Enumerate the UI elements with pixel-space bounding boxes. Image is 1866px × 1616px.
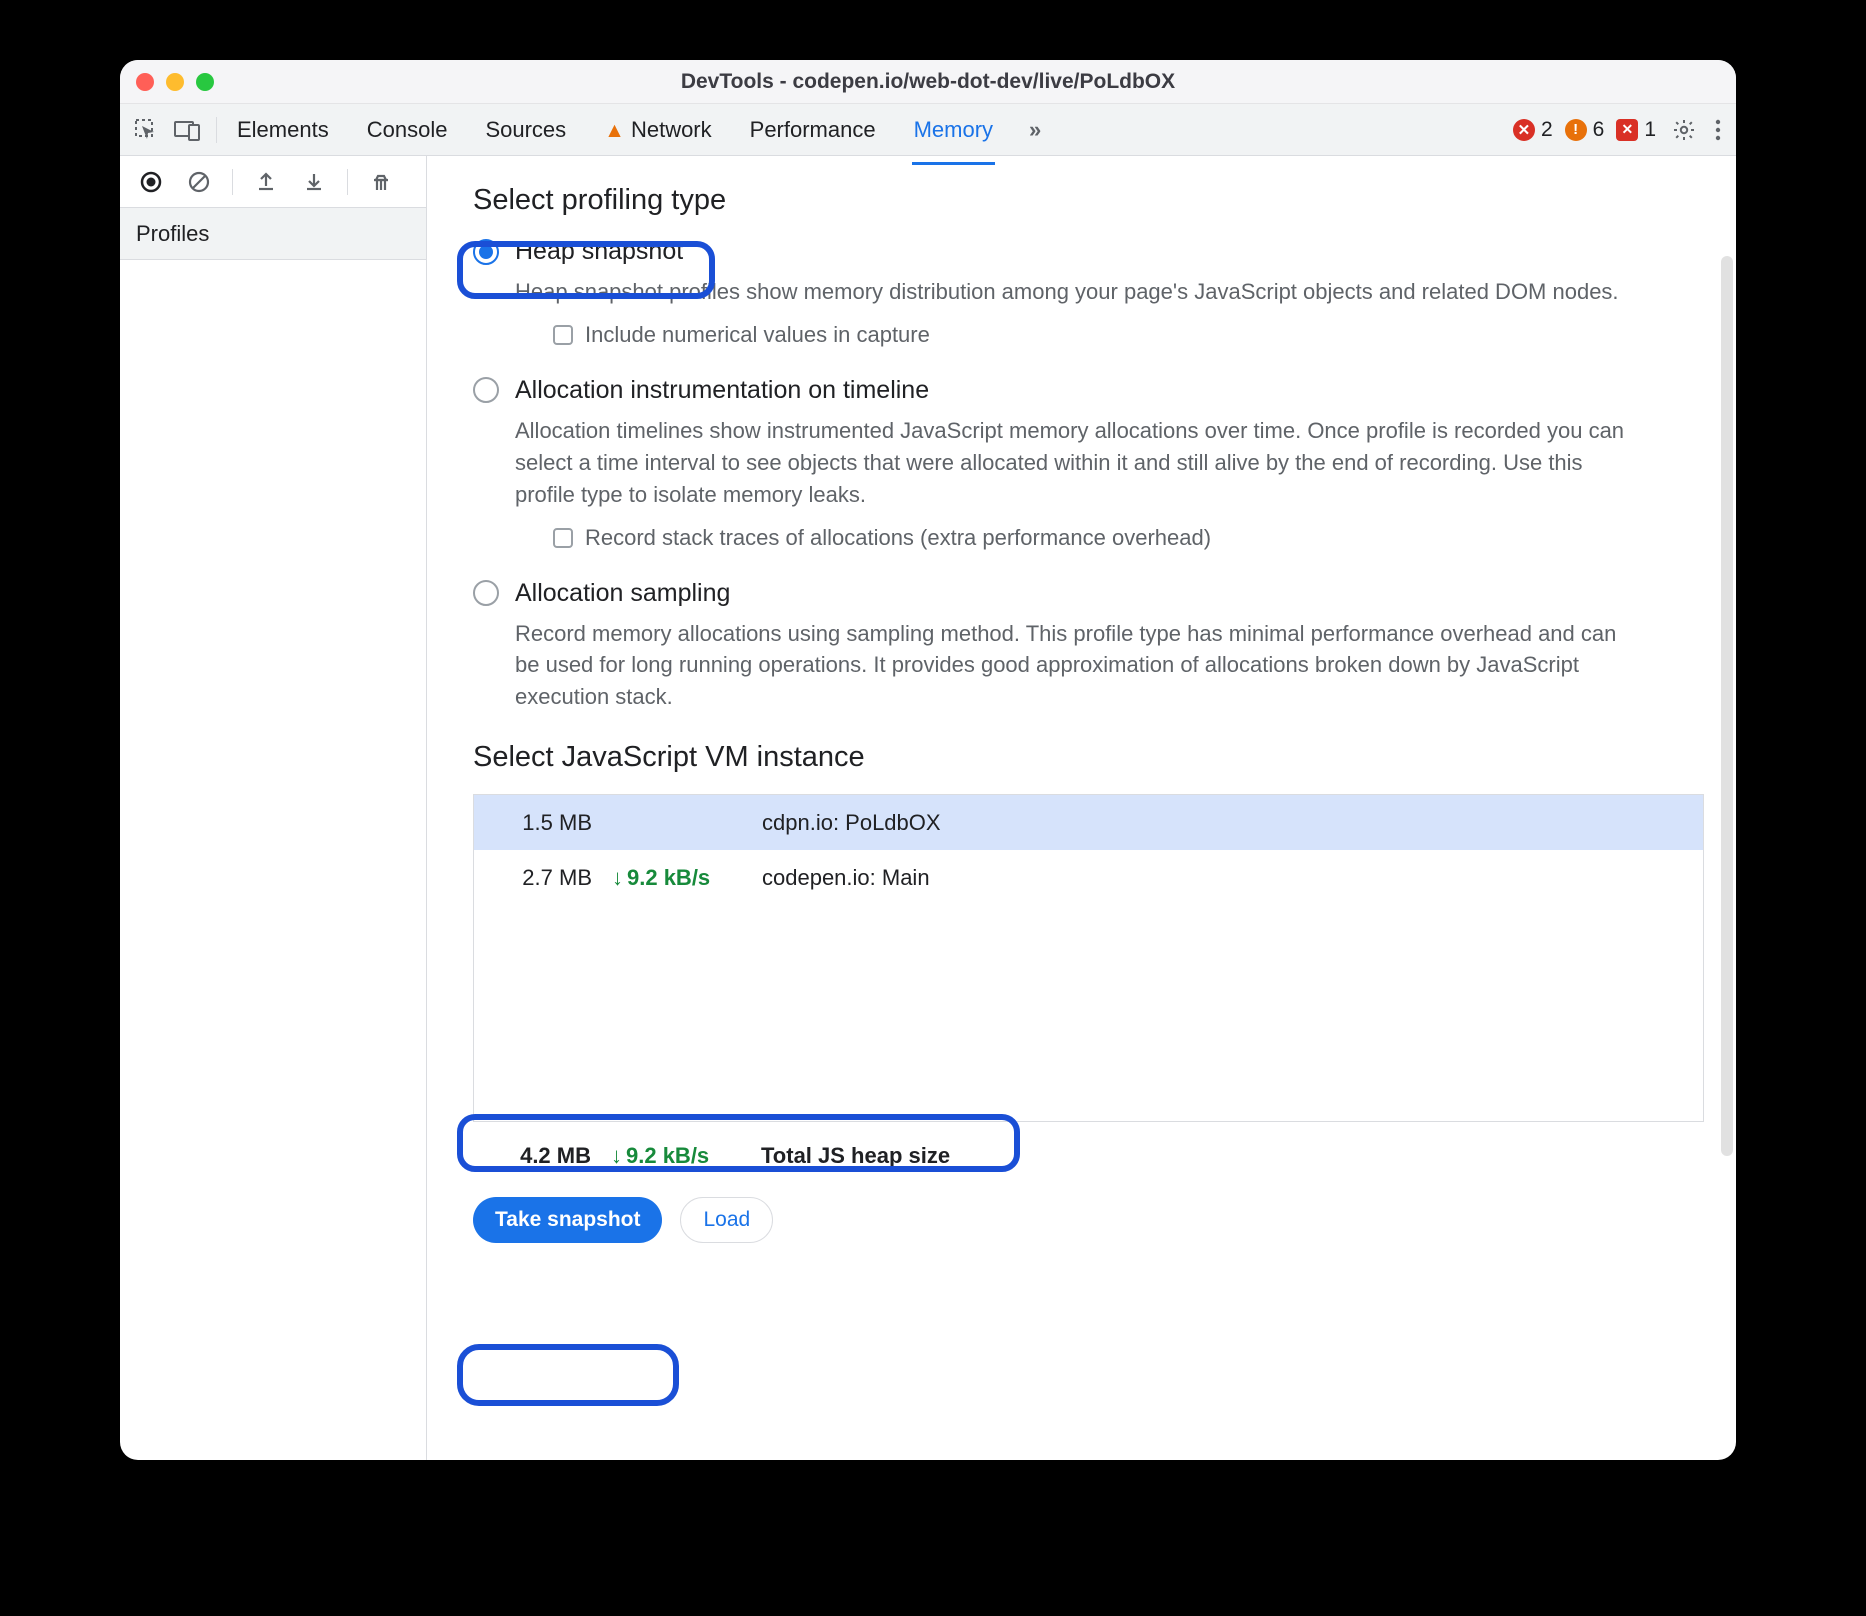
warning-icon: ▲: [604, 119, 625, 142]
option-allocation-sampling[interactable]: Allocation sampling Record memory alloca…: [473, 579, 1704, 714]
window-title: DevTools - codepen.io/web-dot-dev/live/P…: [120, 70, 1736, 94]
down-arrow-icon: ↓: [611, 1143, 622, 1169]
issue-icon: ✕: [1616, 119, 1638, 141]
settings-icon[interactable]: [1672, 118, 1696, 142]
total-rate: ↓9.2 kB/s: [611, 1143, 761, 1169]
profiles-toolbar: [120, 156, 426, 208]
inspect-element-icon[interactable]: [134, 118, 158, 142]
issue-count: 1: [1644, 118, 1656, 142]
export-icon[interactable]: [251, 167, 281, 197]
close-window-button[interactable]: [136, 73, 154, 91]
option-description: Heap snapshot profiles show memory distr…: [515, 276, 1625, 308]
collect-garbage-icon[interactable]: [366, 167, 396, 197]
checkbox-include-numerical[interactable]: [553, 325, 573, 345]
vm-rate: ↓9.2 kB/s: [612, 865, 762, 891]
vm-totals: 4.2 MB ↓9.2 kB/s Total JS heap size: [473, 1128, 1704, 1183]
import-icon[interactable]: [299, 167, 329, 197]
separator: [216, 117, 217, 143]
tab-console[interactable]: Console: [365, 107, 450, 153]
profiling-type-heading: Select profiling type: [473, 184, 1704, 217]
scrollbar[interactable]: [1721, 256, 1733, 1156]
warnings-badge[interactable]: ! 6: [1565, 118, 1605, 142]
profiles-label: Profiles: [136, 221, 209, 247]
option-description: Allocation timelines show instrumented J…: [515, 415, 1625, 511]
total-size: 4.2 MB: [491, 1143, 611, 1169]
tab-sources[interactable]: Sources: [483, 107, 568, 153]
vm-size: 1.5 MB: [492, 810, 612, 836]
tab-label: Console: [367, 117, 448, 142]
titlebar: DevTools - codepen.io/web-dot-dev/live/P…: [120, 60, 1736, 104]
profiles-sidebar: Profiles: [120, 156, 427, 1460]
memory-panel: Select profiling type Heap snapshot Heap…: [427, 156, 1736, 1460]
vm-size: 2.7 MB: [492, 865, 612, 891]
warning-count: 6: [1593, 118, 1605, 142]
radio-heap-snapshot[interactable]: [473, 239, 499, 265]
profiles-section-header[interactable]: Profiles: [120, 208, 426, 260]
tab-label: Memory: [914, 117, 993, 142]
radio-allocation-sampling[interactable]: [473, 580, 499, 606]
radio-allocation-timeline[interactable]: [473, 377, 499, 403]
option-heap-snapshot[interactable]: Heap snapshot Heap snapshot profiles sho…: [473, 237, 1704, 348]
vm-name: cdpn.io: PoLdbOX: [762, 810, 1685, 836]
errors-badge[interactable]: ✕ 2: [1513, 118, 1553, 142]
vm-row[interactable]: 1.5 MB cdpn.io: PoLdbOX: [474, 795, 1703, 850]
vm-instance-list: 1.5 MB cdpn.io: PoLdbOX 2.7 MB ↓9.2 kB/s…: [473, 794, 1704, 1122]
error-icon: ✕: [1513, 119, 1535, 141]
option-title: Allocation sampling: [515, 579, 730, 608]
total-label: Total JS heap size: [761, 1143, 1686, 1169]
down-arrow-icon: ↓: [612, 865, 623, 891]
vm-row[interactable]: 2.7 MB ↓9.2 kB/s codepen.io: Main: [474, 850, 1703, 905]
vm-name: codepen.io: Main: [762, 865, 1685, 891]
tab-network[interactable]: ▲ Network: [602, 107, 713, 153]
device-toolbar-icon[interactable]: [174, 119, 200, 141]
option-title: Allocation instrumentation on timeline: [515, 376, 929, 405]
record-icon[interactable]: [136, 167, 166, 197]
option-allocation-timeline[interactable]: Allocation instrumentation on timeline A…: [473, 376, 1704, 551]
warning-icon: !: [1565, 119, 1587, 141]
kebab-menu-icon[interactable]: [1714, 118, 1722, 142]
tab-label: Elements: [237, 117, 329, 142]
devtools-window: DevTools - codepen.io/web-dot-dev/live/P…: [120, 60, 1736, 1460]
tab-elements[interactable]: Elements: [235, 107, 331, 153]
checkbox-label: Include numerical values in capture: [585, 322, 930, 348]
annotation-ring: [457, 1344, 679, 1406]
tab-memory[interactable]: Memory: [912, 107, 995, 153]
load-button[interactable]: Load: [680, 1197, 773, 1243]
zoom-window-button[interactable]: [196, 73, 214, 91]
tab-label: Performance: [750, 117, 876, 142]
checkbox-record-stacks[interactable]: [553, 528, 573, 548]
window-controls: [136, 73, 214, 91]
separator: [232, 169, 233, 195]
clear-icon[interactable]: [184, 167, 214, 197]
devtools-tabstrip: Elements Console Sources ▲ Network Perfor…: [120, 104, 1736, 156]
minimize-window-button[interactable]: [166, 73, 184, 91]
tab-label: Network: [631, 117, 712, 142]
issues-badge[interactable]: ✕ 1: [1616, 118, 1656, 142]
take-snapshot-button[interactable]: Take snapshot: [473, 1197, 662, 1243]
separator: [347, 169, 348, 195]
tab-label: Sources: [485, 117, 566, 142]
option-description: Record memory allocations using sampling…: [515, 618, 1625, 714]
checkbox-label: Record stack traces of allocations (extr…: [585, 525, 1211, 551]
more-tabs-icon[interactable]: »: [1029, 117, 1038, 143]
option-title: Heap snapshot: [515, 237, 683, 266]
tab-performance[interactable]: Performance: [748, 107, 878, 153]
vm-instance-heading: Select JavaScript VM instance: [473, 741, 1704, 774]
error-count: 2: [1541, 118, 1553, 142]
